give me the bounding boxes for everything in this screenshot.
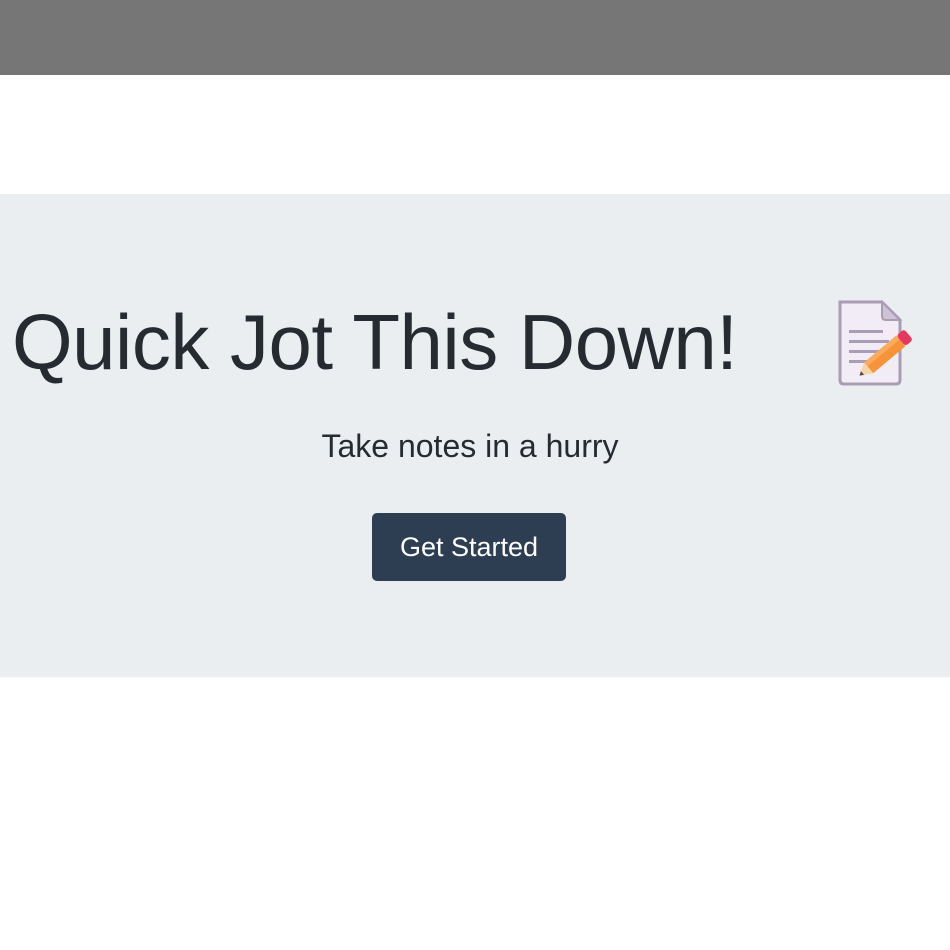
top-bar bbox=[0, 0, 950, 75]
hero-title-row: Quick Jot This Down! bbox=[0, 292, 950, 392]
get-started-button[interactable]: Get Started bbox=[372, 513, 566, 581]
hero-subtitle: Take notes in a hurry bbox=[321, 428, 619, 464]
hero-title: Quick Jot This Down! bbox=[12, 298, 738, 386]
memo-icon bbox=[834, 299, 920, 386]
